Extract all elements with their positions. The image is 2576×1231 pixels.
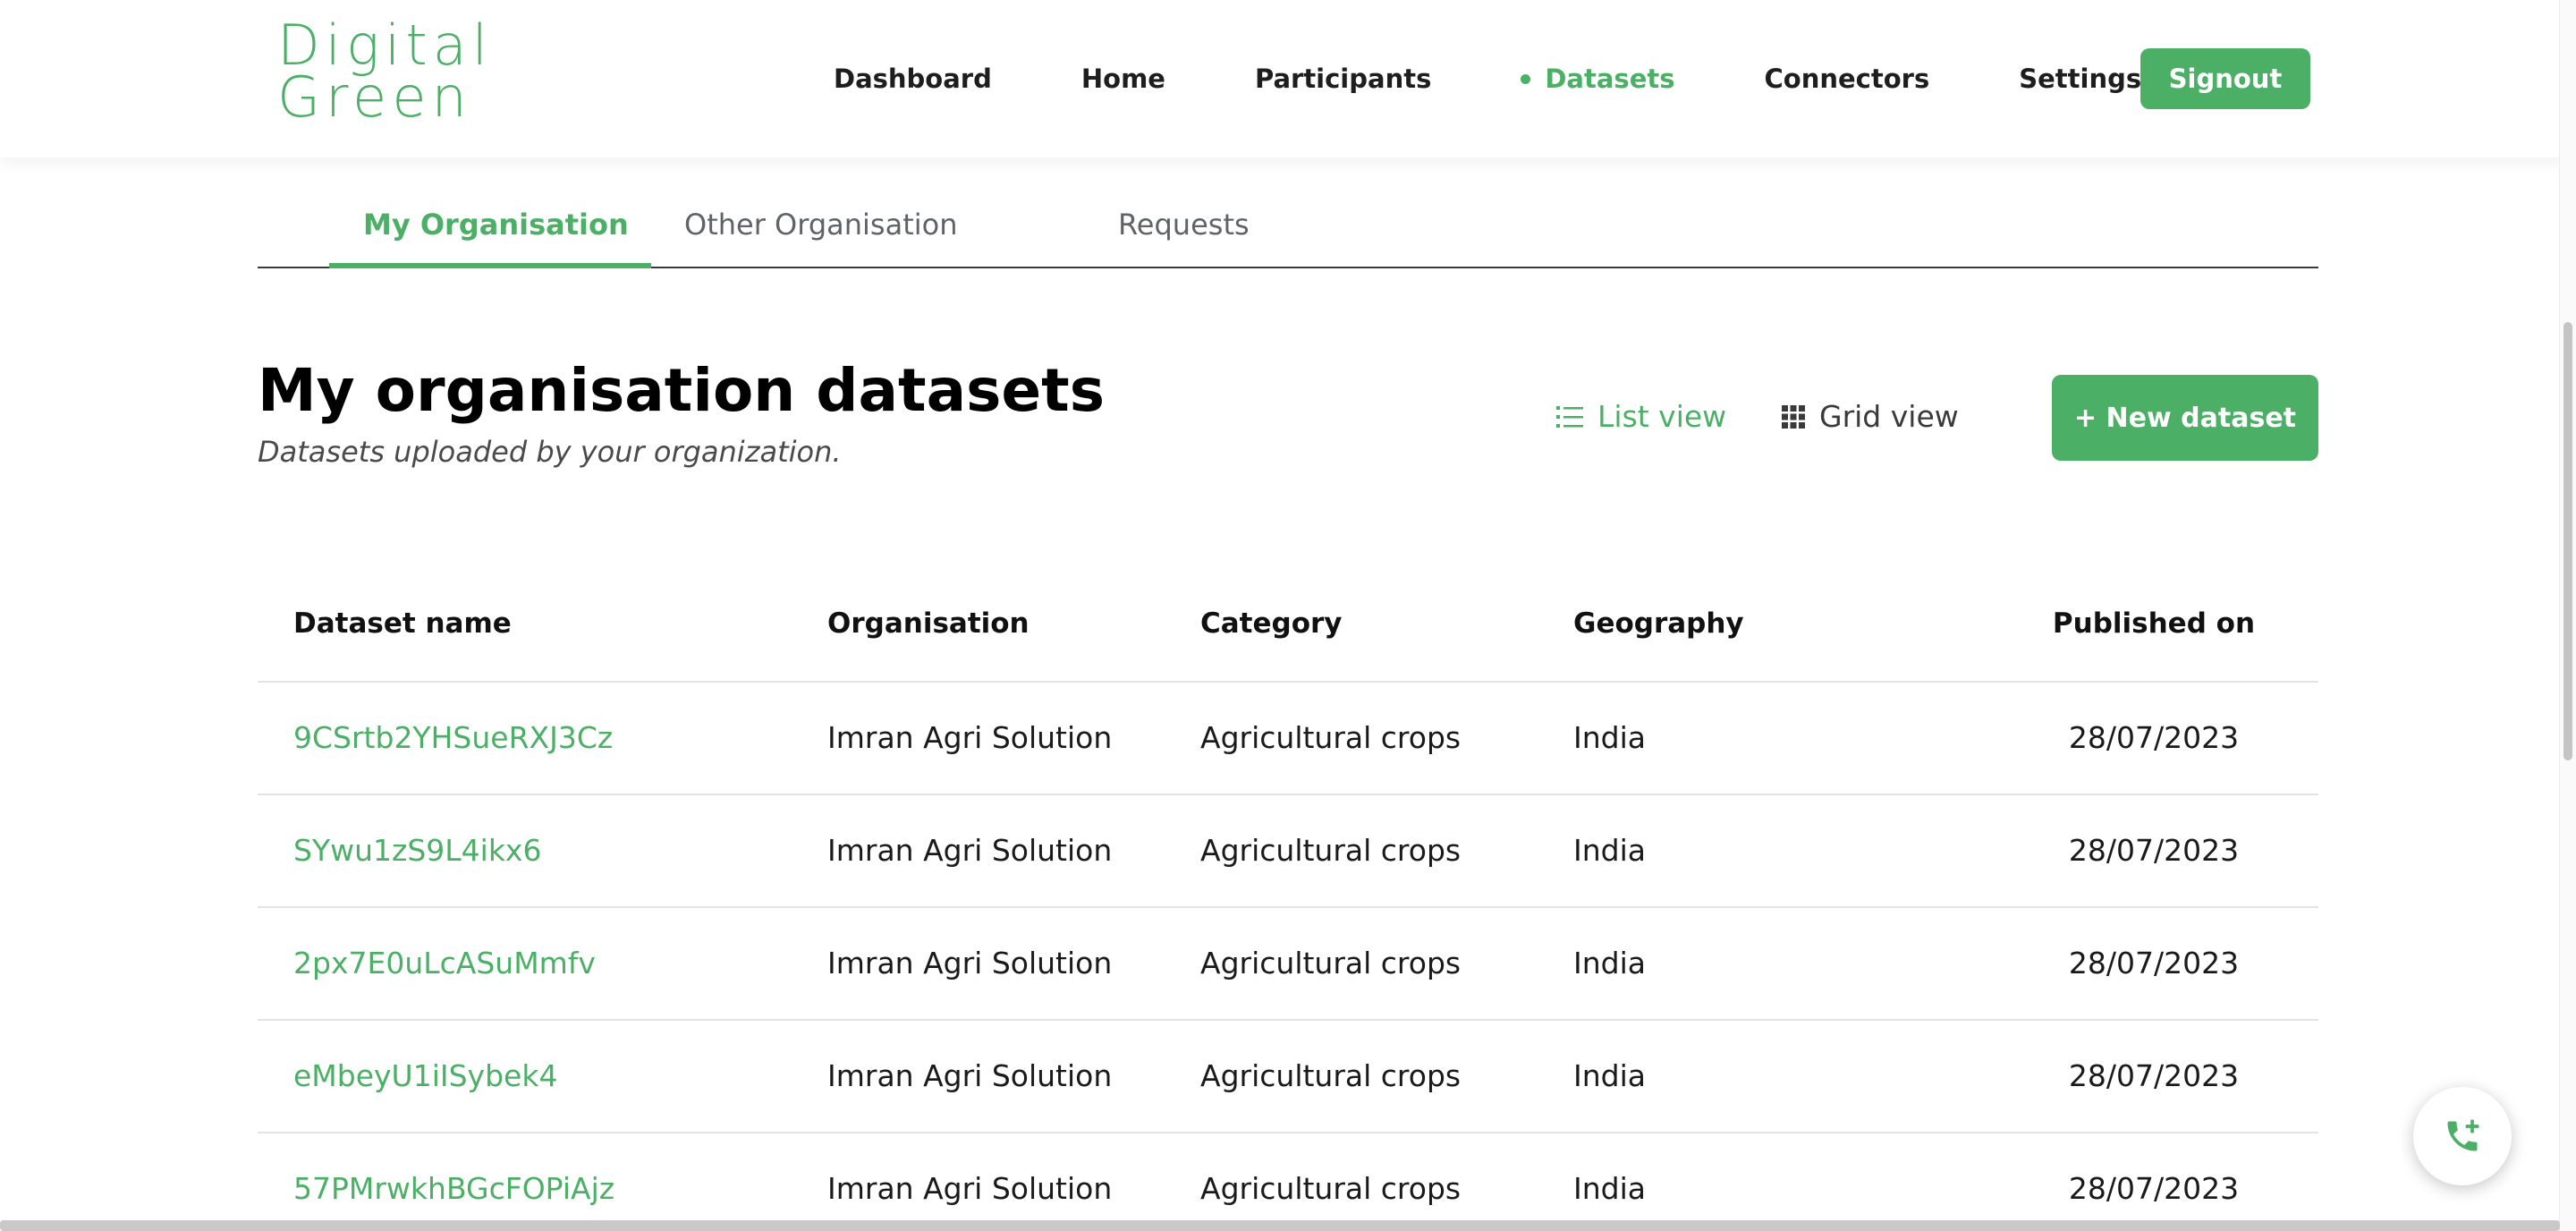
table-header: Dataset name Organisation Category Geogr… — [258, 566, 2318, 683]
vertical-scrollbar[interactable] — [2559, 0, 2576, 1231]
logo-line-2: Green — [277, 64, 472, 130]
category-cell: Agricultural crops — [1200, 1171, 1462, 1206]
grid-view-toggle[interactable]: Grid view — [1782, 399, 1959, 434]
nav-item-participants[interactable]: Participants — [1255, 64, 1431, 94]
dataset-name-link[interactable]: eMbeyU1iISybek4 — [293, 1058, 557, 1093]
dataset-name-link[interactable]: 9CSrtb2YHSueRXJ3Cz — [293, 720, 613, 755]
tab-other-organisation[interactable]: Other Organisation — [684, 208, 957, 242]
geography-cell: India — [1573, 946, 1646, 981]
list-view-toggle[interactable]: List view — [1556, 399, 1726, 434]
column-header-published-on: Published on — [2052, 607, 2256, 640]
published-on-cell: 28/07/2023 — [2068, 1058, 2240, 1093]
published-on-cell: 28/07/2023 — [2068, 720, 2240, 755]
new-dataset-button[interactable]: + New dataset — [2052, 375, 2318, 461]
published-on-cell: 28/07/2023 — [2068, 833, 2240, 868]
geography-cell: India — [1573, 1058, 1646, 1093]
published-on-cell: 28/07/2023 — [2068, 1171, 2240, 1206]
geography-cell: India — [1573, 720, 1646, 755]
dataset-name-link[interactable]: SYwu1zS9L4ikx6 — [293, 833, 541, 868]
vertical-scrollbar-thumb[interactable] — [2563, 322, 2572, 760]
table-row[interactable]: eMbeyU1iISybek4 Imran Agri Solution Agri… — [258, 1021, 2318, 1133]
organisation-cell: Imran Agri Solution — [827, 1058, 1113, 1093]
tab-my-organisation[interactable]: My Organisation — [363, 208, 629, 242]
nav-item-label: Dashboard — [834, 64, 992, 94]
published-on-cell: 28/07/2023 — [2068, 946, 2240, 981]
nav-item-datasets[interactable]: Datasets — [1521, 64, 1675, 94]
category-cell: Agricultural crops — [1200, 720, 1462, 755]
table-row[interactable]: SYwu1zS9L4ikx6 Imran Agri Solution Agric… — [258, 795, 2318, 908]
organisation-cell: Imran Agri Solution — [827, 1171, 1113, 1206]
signout-button[interactable]: Signout — [2140, 48, 2310, 109]
organisation-cell: Imran Agri Solution — [827, 720, 1113, 755]
nav-item-label: Connectors — [1764, 64, 1930, 94]
call-support-button[interactable] — [2413, 1087, 2512, 1185]
category-cell: Agricultural crops — [1200, 1058, 1462, 1093]
nav-item-connectors[interactable]: Connectors — [1765, 64, 1930, 94]
page: Digital Green Dashboard Home Participant… — [0, 0, 2576, 1231]
nav-item-label: Datasets — [1545, 64, 1675, 94]
list-icon — [1556, 405, 1583, 428]
table-row[interactable]: 57PMrwkhBGcFOPiAjz Imran Agri Solution A… — [258, 1133, 2318, 1231]
nav-item-label: Participants — [1254, 64, 1432, 94]
phone-add-icon — [2447, 1119, 2479, 1151]
column-header-geography: Geography — [1573, 607, 1744, 640]
nav-item-label: Home — [1080, 64, 1165, 94]
nav-item-label: Settings — [2019, 64, 2142, 94]
active-tab-underline — [329, 263, 651, 268]
category-cell: Agricultural crops — [1200, 833, 1462, 868]
page-title: My organisation datasets — [258, 356, 1106, 425]
organisation-cell: Imran Agri Solution — [827, 946, 1113, 981]
datasets-table: Dataset name Organisation Category Geogr… — [258, 566, 2318, 1231]
active-indicator-dot — [1521, 73, 1531, 84]
nav-item-home[interactable]: Home — [1081, 64, 1165, 94]
digital-green-logo[interactable]: Digital Green — [277, 18, 493, 130]
dataset-name-link[interactable]: 2px7E0uLcASuMmfv — [293, 946, 596, 981]
geography-cell: India — [1573, 833, 1646, 868]
column-header-organisation: Organisation — [827, 607, 1030, 640]
organisation-cell: Imran Agri Solution — [827, 833, 1113, 868]
list-view-label: List view — [1597, 399, 1727, 434]
geography-cell: India — [1573, 1171, 1646, 1206]
top-navbar: Digital Green Dashboard Home Participant… — [0, 0, 2576, 157]
tab-requests[interactable]: Requests — [1118, 208, 1250, 242]
grid-icon — [1782, 404, 1805, 429]
table-row[interactable]: 9CSrtb2YHSueRXJ3Cz Imran Agri Solution A… — [258, 683, 2318, 795]
column-header-category: Category — [1200, 607, 1343, 640]
nav-item-settings[interactable]: Settings — [2019, 64, 2141, 94]
category-cell: Agricultural crops — [1200, 946, 1462, 981]
page-subtitle: Datasets uploaded by your organization. — [258, 435, 842, 469]
column-header-dataset-name: Dataset name — [293, 607, 512, 640]
dataset-tabs: My Organisation Other Organisation Reque… — [258, 157, 2318, 268]
table-row[interactable]: 2px7E0uLcASuMmfv Imran Agri Solution Agr… — [258, 908, 2318, 1021]
dataset-name-link[interactable]: 57PMrwkhBGcFOPiAjz — [293, 1171, 614, 1206]
main-nav: Dashboard Home Participants Datasets Con… — [834, 47, 2231, 111]
nav-item-dashboard[interactable]: Dashboard — [834, 64, 992, 94]
grid-view-label: Grid view — [1819, 399, 1959, 434]
horizontal-scrollbar[interactable] — [0, 1220, 2560, 1231]
